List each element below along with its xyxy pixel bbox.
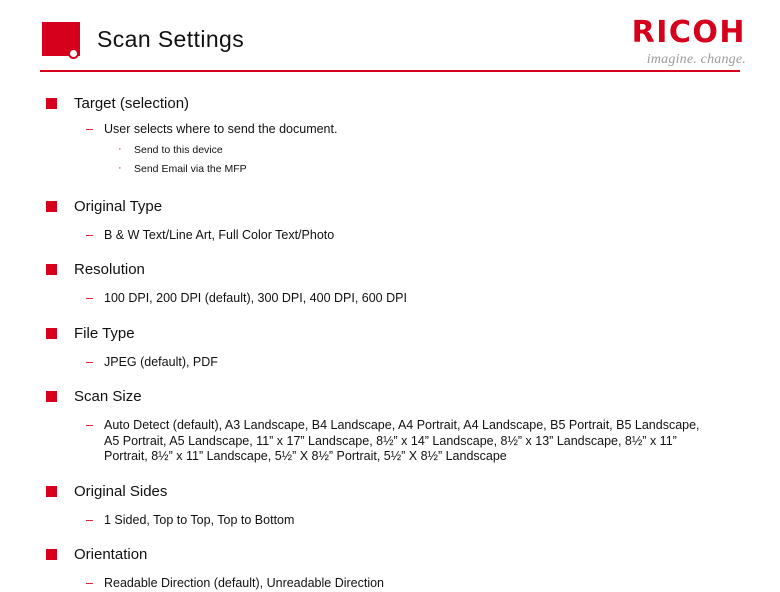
section-detail: – Auto Detect (default), A3 Landscape, B… — [0, 418, 780, 465]
slide: Scan Settings RICOH imagine. change. Tar… — [0, 0, 780, 590]
section-subitem: · Send Email via the MFP — [0, 162, 780, 176]
section-detail: – JPEG (default), PDF — [0, 355, 780, 371]
slide-header: Scan Settings RICOH imagine. change. — [0, 0, 780, 76]
ricoh-mark-icon — [42, 22, 80, 57]
square-bullet-icon — [46, 98, 57, 109]
square-bullet-icon — [46, 391, 57, 402]
section-heading-label: Original Type — [74, 197, 163, 215]
section-detail: – 1 Sided, Top to Top, Top to Bottom — [0, 513, 780, 529]
section-heading: Original Sides — [0, 482, 780, 501]
square-bullet-icon — [46, 549, 57, 560]
section-heading: Scan Size — [0, 387, 780, 406]
dash-bullet-icon: – — [86, 227, 93, 242]
section-heading-label: Original Sides — [74, 482, 168, 500]
dot-bullet-icon: · — [118, 161, 122, 174]
section-heading: Orientation — [0, 545, 780, 564]
dash-bullet-icon: – — [86, 418, 93, 432]
section-heading-label: Target (selection) — [74, 95, 190, 112]
dot-bullet-icon: · — [118, 142, 122, 155]
section-detail: – B & W Text/Line Art, Full Color Text/P… — [0, 228, 780, 244]
section-heading: Target (selection) — [0, 94, 780, 113]
section-heading: Resolution — [0, 260, 780, 279]
section-detail: – Readable Direction (default), Unreadab… — [0, 576, 780, 592]
ricoh-logo: RICOH imagine. change. — [606, 18, 746, 68]
section-detail-label: JPEG (default), PDF — [104, 354, 218, 369]
section-heading: Original Type — [0, 197, 780, 216]
section-heading-label: Orientation — [74, 546, 148, 563]
section-subitem-label: Send to this device — [134, 143, 223, 156]
square-bullet-icon — [46, 200, 57, 212]
page-title: Scan Settings — [97, 26, 245, 52]
square-bullet-icon — [46, 264, 57, 275]
dash-bullet-icon: – — [86, 512, 93, 527]
section-heading-label: Resolution — [74, 261, 145, 278]
section-subitem-label: Send Email via the MFP — [134, 162, 247, 175]
dash-bullet-icon: – — [86, 576, 93, 590]
section-detail-label: 100 DPI, 200 DPI (default), 300 DPI, 400… — [104, 291, 407, 305]
square-bullet-icon — [46, 327, 57, 339]
dash-bullet-icon: – — [86, 122, 93, 136]
slide-content: Target (selection) – User selects where … — [0, 84, 780, 592]
square-bullet-icon — [46, 485, 57, 497]
section-detail-label: User selects where to send the document. — [104, 122, 338, 136]
section-detail-label: B & W Text/Line Art, Full Color Text/Pho… — [104, 227, 335, 242]
section-detail-label: Readable Direction (default), Unreadable… — [104, 576, 385, 590]
section-subitem: · Send to this device — [0, 143, 780, 157]
ricoh-tagline: imagine. change. — [646, 52, 746, 67]
section-heading: File Type — [0, 324, 780, 343]
section-detail: – 100 DPI, 200 DPI (default), 300 DPI, 4… — [0, 291, 780, 307]
section-heading-label: File Type — [74, 324, 135, 342]
section-detail-label: Auto Detect (default), A3 Landscape, B4 … — [104, 418, 700, 463]
section-detail-label: 1 Sided, Top to Top, Top to Bottom — [104, 512, 295, 527]
dash-bullet-icon: – — [86, 354, 93, 369]
dash-bullet-icon: – — [86, 291, 93, 305]
section-heading-label: Scan Size — [74, 388, 142, 405]
ricoh-wordmark: RICOH — [631, 15, 746, 50]
header-divider — [40, 70, 740, 72]
section-detail: – User selects where to send the documen… — [0, 122, 780, 138]
